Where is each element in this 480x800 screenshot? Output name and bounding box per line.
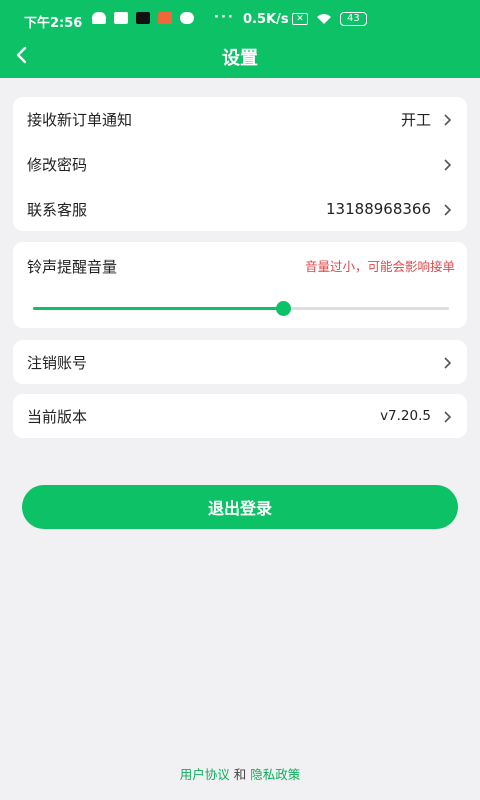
sim-off-icon: ✕ [292, 13, 308, 25]
system-icons: ✕ 43 [292, 12, 367, 26]
deactivate-card: 注销账号 [13, 340, 467, 384]
deactivate-account-label: 注销账号 [27, 353, 88, 372]
logout-button[interactable]: 退出登录 [22, 485, 458, 529]
app-notification-icon [158, 12, 172, 24]
chevron-right-icon [443, 202, 453, 216]
new-order-notice-label: 接收新订单通知 [27, 110, 133, 129]
chevron-right-icon [443, 157, 453, 171]
chevron-right-icon [443, 409, 453, 423]
volume-slider-thumb[interactable] [276, 301, 291, 316]
network-speed: 0.5K/s [243, 12, 289, 27]
volume-slider[interactable] [33, 301, 449, 316]
change-password-row[interactable]: 修改密码 [13, 142, 467, 186]
privacy-policy-link[interactable]: 隐私政策 [250, 767, 300, 782]
contact-service-label: 联系客服 [27, 200, 88, 219]
settings-card: 接收新订单通知 开工 修改密码 联系客服 13188968366 [13, 97, 467, 231]
volume-warning: 音量过小，可能会影响接单 [304, 259, 455, 274]
chevron-right-icon [443, 355, 453, 369]
version-card: 当前版本 v7.20.5 [13, 394, 467, 438]
mail-icon [114, 12, 128, 24]
chevron-right-icon [443, 112, 453, 126]
status-bar: 下午2:56 ··· 0.5K/s ✕ 43 [0, 0, 480, 40]
footer-and-text: 和 [229, 767, 251, 782]
footer-links: 用户协议 和 隐私政策 [0, 764, 480, 783]
change-password-label: 修改密码 [27, 155, 88, 174]
user-agreement-link[interactable]: 用户协议 [180, 767, 230, 782]
new-order-notice-row[interactable]: 接收新订单通知 开工 [13, 97, 467, 141]
contact-service-row[interactable]: 联系客服 13188968366 [13, 187, 467, 231]
volume-slider-fill [33, 307, 283, 310]
weather-icon [180, 12, 194, 24]
volume-card: 铃声提醒音量 音量过小，可能会影响接单 [13, 242, 467, 328]
android-icon [92, 12, 106, 24]
page-title: 设置 [222, 48, 258, 69]
more-notifications-icon: ··· [214, 10, 235, 25]
version-label: 当前版本 [27, 407, 88, 426]
status-time: 下午2:56 [24, 16, 83, 31]
version-value: v7.20.5 [380, 408, 431, 424]
new-order-notice-value: 开工 [400, 110, 431, 129]
settings-page: 下午2:56 ··· 0.5K/s ✕ 43 设置 接收新订单通知 开工 修改密… [0, 0, 480, 800]
battery-icon: 43 [340, 12, 367, 26]
version-row[interactable]: 当前版本 v7.20.5 [13, 394, 467, 438]
contact-service-phone: 13188968366 [326, 200, 431, 218]
header: 下午2:56 ··· 0.5K/s ✕ 43 设置 [0, 0, 480, 78]
notification-icons [92, 12, 194, 24]
tiktok-icon [136, 12, 150, 24]
wifi-icon [317, 14, 331, 24]
volume-label: 铃声提醒音量 [27, 258, 118, 276]
deactivate-account-row[interactable]: 注销账号 [13, 340, 467, 384]
